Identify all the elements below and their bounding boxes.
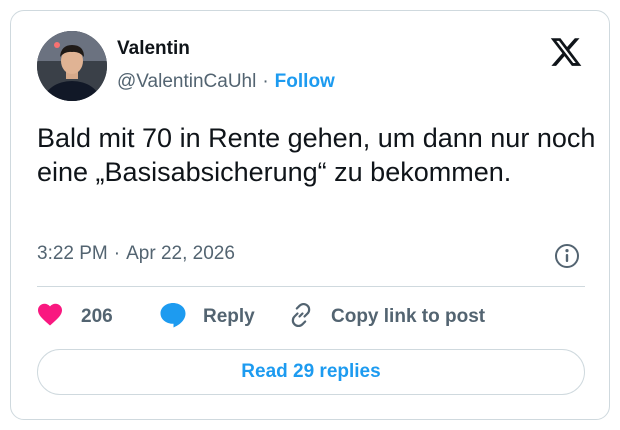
x-logo-icon[interactable] — [549, 35, 583, 69]
info-icon[interactable] — [554, 243, 580, 269]
link-icon — [287, 301, 315, 334]
timestamp[interactable]: 3:22 PM · Apr 22, 2026 — [37, 243, 235, 265]
reply-button[interactable]: Reply — [159, 301, 255, 334]
follow-button[interactable]: Follow — [275, 71, 335, 92]
action-bar: 206 Reply Copy link to post — [37, 301, 585, 334]
author-name[interactable]: Valentin — [117, 38, 190, 60]
heart-icon — [37, 303, 63, 332]
tweet-card: Valentin @ValentinCaUhl · Follow Bald mit … — [10, 10, 610, 420]
divider — [37, 286, 585, 287]
reply-label: Reply — [203, 306, 255, 327]
tweet-time: 3:22 PM — [37, 243, 108, 264]
like-button[interactable]: 206 — [37, 303, 113, 331]
like-count: 206 — [81, 306, 113, 327]
tweet-date: Apr 22, 2026 — [126, 243, 235, 264]
copy-link-label: Copy link to post — [331, 306, 486, 327]
author-handle-row: @ValentinCaUhl · Follow — [117, 71, 335, 93]
read-replies-button[interactable]: Read 29 replies — [37, 349, 585, 395]
speech-bubble-icon — [159, 301, 187, 334]
copy-link-button[interactable]: Copy link to post — [287, 301, 486, 334]
timestamp-separator: · — [113, 243, 121, 264]
avatar-image — [37, 31, 107, 101]
avatar[interactable] — [37, 31, 107, 101]
handle-separator: · — [262, 71, 269, 92]
tweet-text: Bald mit 70 in Rente gehen, um dann nur … — [37, 123, 596, 187]
author-handle[interactable]: @ValentinCaUhl — [117, 71, 256, 92]
